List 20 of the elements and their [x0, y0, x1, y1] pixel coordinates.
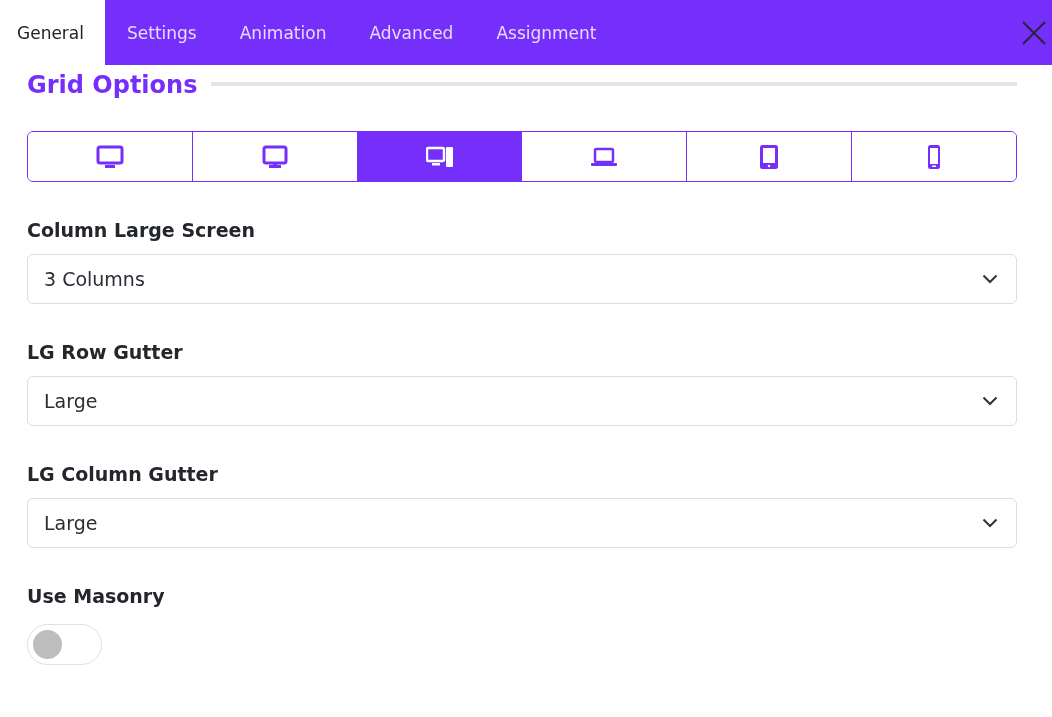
tab[interactable]: Assignment	[474, 0, 618, 65]
field-label: Use Masonry	[27, 585, 166, 607]
chevron-down-icon	[982, 274, 998, 284]
field-label: LG Row Gutter	[27, 341, 184, 363]
chevron-down-icon	[982, 518, 998, 528]
tab[interactable]: Animation	[217, 0, 348, 65]
close-icon	[1021, 19, 1047, 46]
field-label: LG Column Gutter	[27, 463, 219, 485]
select-field[interactable]: Large	[27, 376, 1017, 426]
tab[interactable]: Advanced	[347, 0, 475, 65]
tab[interactable]: General	[0, 0, 105, 65]
section-title: Grid Options	[27, 71, 198, 99]
chevron-down-icon	[982, 396, 998, 406]
field-label: Column Large Screen	[27, 219, 256, 241]
device-tab[interactable]	[851, 132, 1016, 181]
select-field[interactable]: 3 Columns	[27, 254, 1017, 304]
device-tab[interactable]	[356, 132, 522, 181]
tab[interactable]: Settings	[105, 0, 218, 65]
select-field[interactable]: Large	[27, 498, 1017, 548]
toggle-switch[interactable]	[27, 624, 102, 665]
